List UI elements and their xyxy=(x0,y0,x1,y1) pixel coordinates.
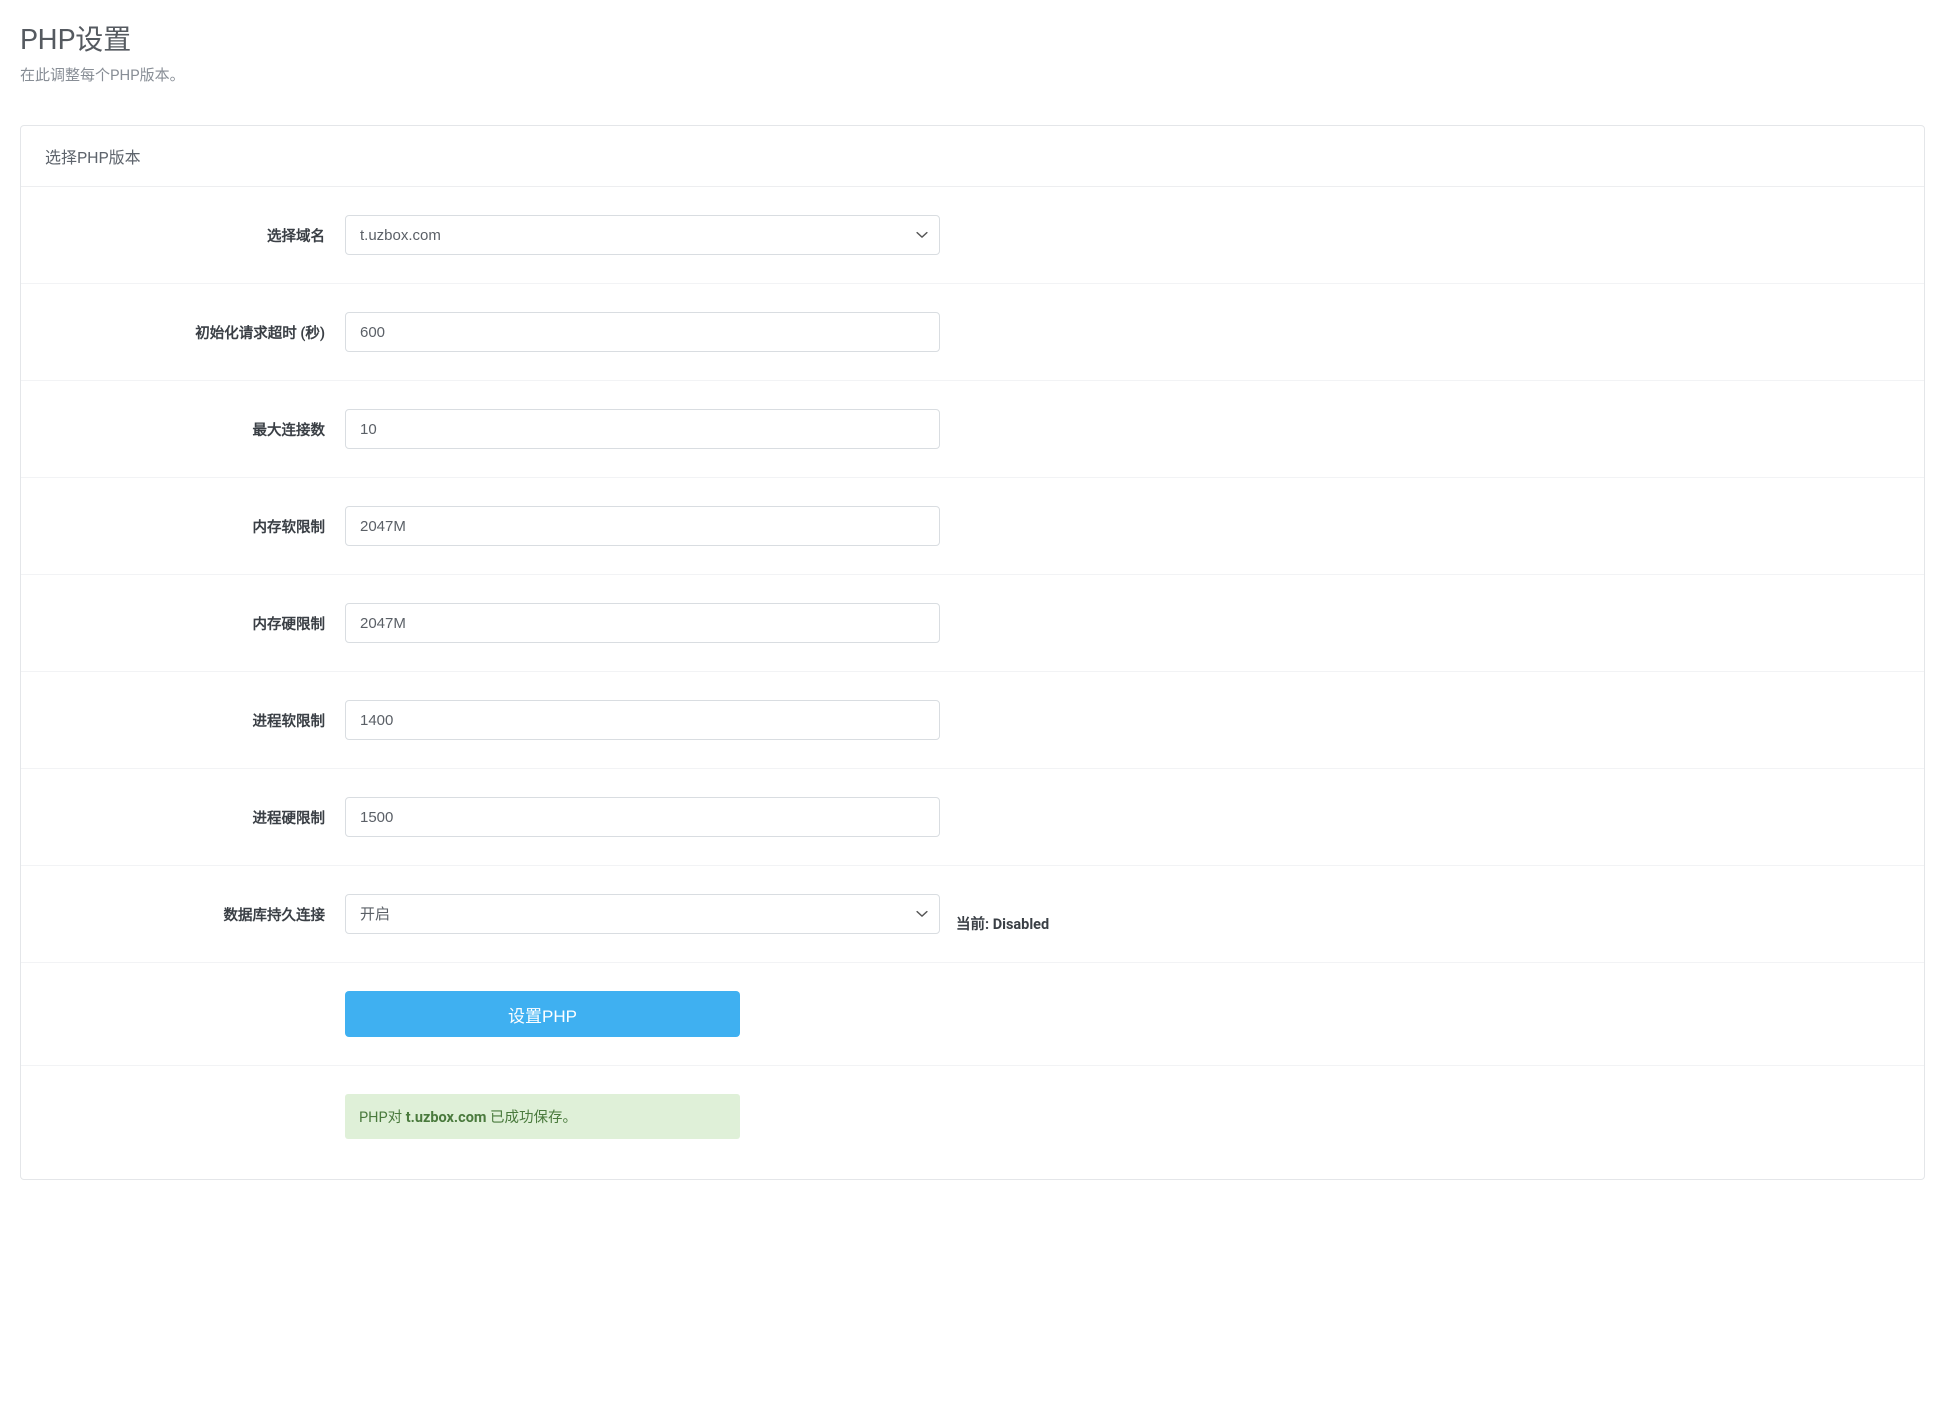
row-persistent-connection: 数据库持久连接 开启 当前: Disabled xyxy=(21,866,1924,963)
input-process-soft[interactable] xyxy=(345,700,940,740)
row-init-timeout: 初始化请求超时 (秒) xyxy=(21,284,1924,381)
php-settings-panel: 选择PHP版本 选择域名 t.uzbox.com 初始化请求超时 (秒) 最大连… xyxy=(20,125,1925,1180)
row-select-domain: 选择域名 t.uzbox.com xyxy=(21,187,1924,284)
label-select-domain: 选择域名 xyxy=(45,225,345,246)
label-persistent-connection: 数据库持久连接 xyxy=(45,904,345,925)
label-max-connections: 最大连接数 xyxy=(45,419,345,440)
persistent-helper-text: 当前: Disabled xyxy=(956,913,1049,934)
label-memory-hard: 内存硬限制 xyxy=(45,613,345,634)
label-process-soft: 进程软限制 xyxy=(45,710,345,731)
input-process-hard[interactable] xyxy=(345,797,940,837)
label-process-hard: 进程硬限制 xyxy=(45,807,345,828)
label-init-timeout: 初始化请求超时 (秒) xyxy=(45,322,345,343)
input-memory-soft[interactable] xyxy=(345,506,940,546)
input-max-connections[interactable] xyxy=(345,409,940,449)
alert-domain: t.uzbox.com xyxy=(406,1109,487,1126)
alert-prefix: PHP对 xyxy=(359,1109,406,1126)
label-memory-soft: 内存软限制 xyxy=(45,516,345,537)
row-submit: 设置PHP xyxy=(21,963,1924,1066)
row-alert: PHP对 t.uzbox.com 已成功保存。 xyxy=(21,1066,1924,1179)
select-persistent-connection[interactable]: 开启 xyxy=(345,894,940,934)
row-process-soft: 进程软限制 xyxy=(21,672,1924,769)
row-max-connections: 最大连接数 xyxy=(21,381,1924,478)
submit-button[interactable]: 设置PHP xyxy=(345,991,740,1037)
panel-header: 选择PHP版本 xyxy=(21,126,1924,187)
page-subtitle: 在此调整每个PHP版本。 xyxy=(20,64,1925,85)
input-init-timeout[interactable] xyxy=(345,312,940,352)
row-memory-soft: 内存软限制 xyxy=(21,478,1924,575)
alert-suffix: 已成功保存。 xyxy=(486,1109,577,1126)
alert-success: PHP对 t.uzbox.com 已成功保存。 xyxy=(345,1094,740,1139)
input-memory-hard[interactable] xyxy=(345,603,940,643)
page-title: PHP设置 xyxy=(20,18,1925,58)
row-process-hard: 进程硬限制 xyxy=(21,769,1924,866)
select-domain[interactable]: t.uzbox.com xyxy=(345,215,940,255)
row-memory-hard: 内存硬限制 xyxy=(21,575,1924,672)
